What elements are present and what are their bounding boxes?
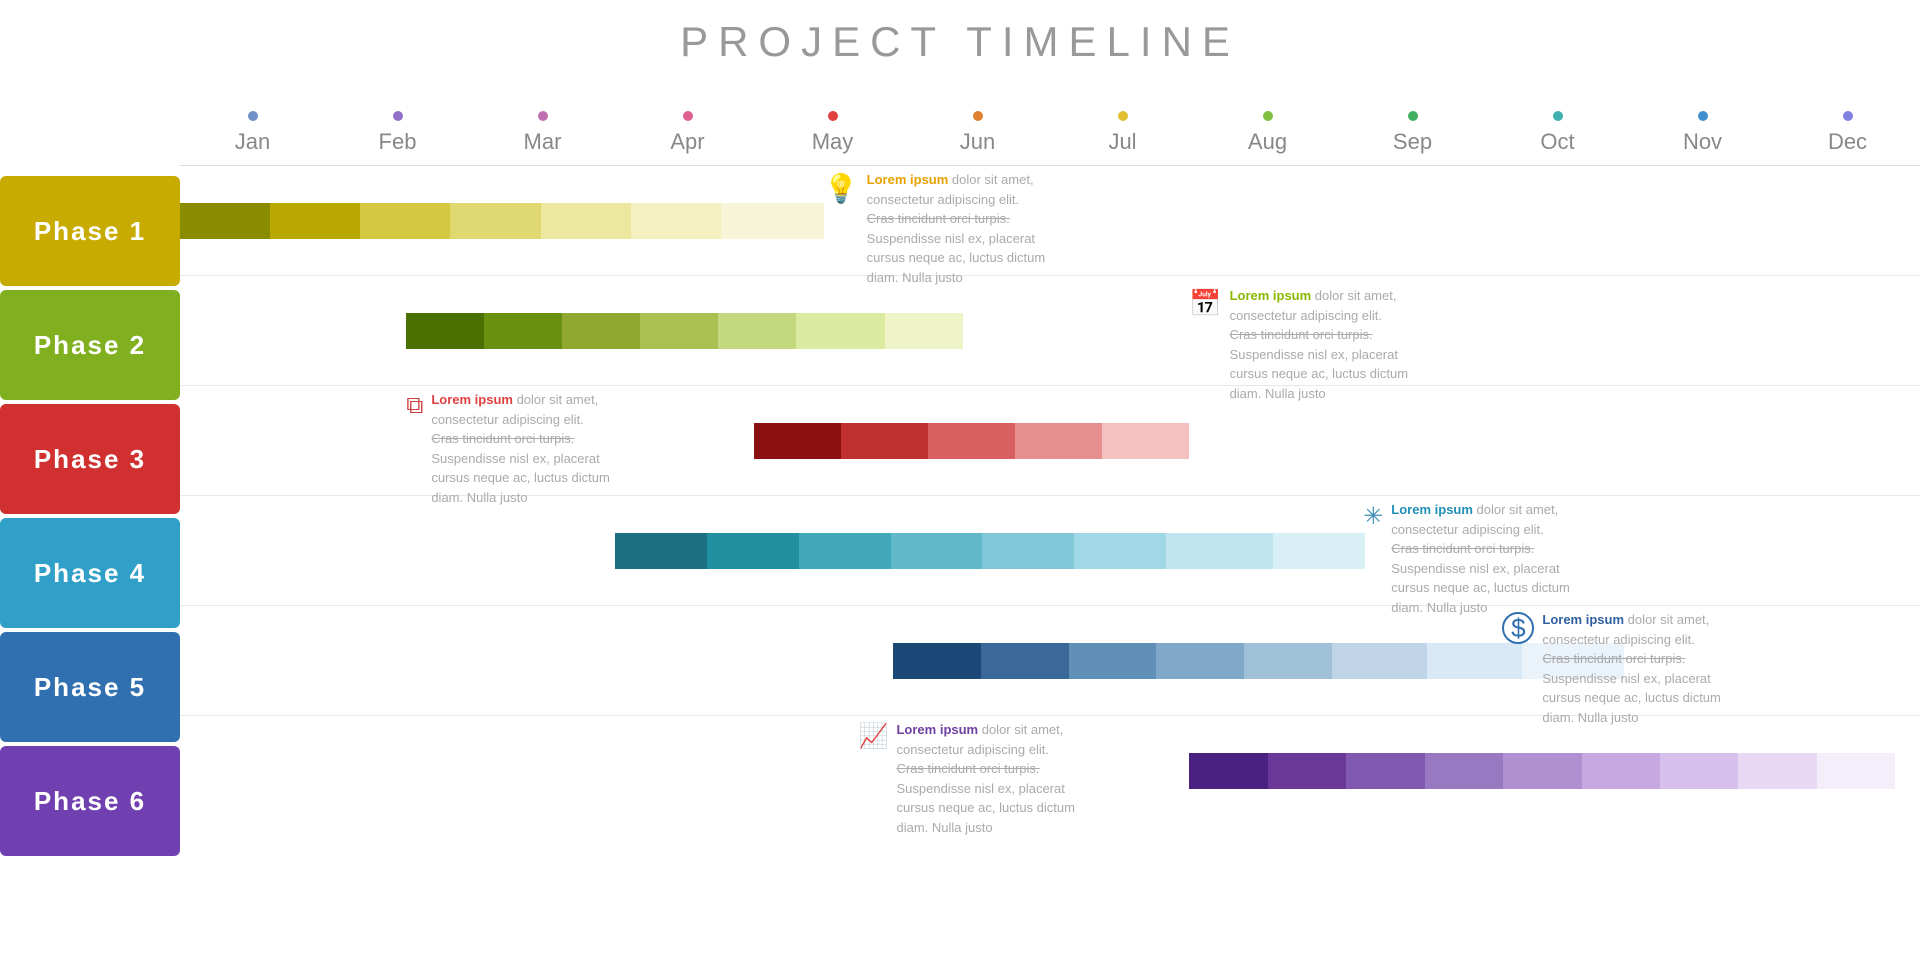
month-mar: Mar <box>470 111 615 155</box>
month-apr: Apr <box>615 111 760 155</box>
month-jun: Jun <box>905 111 1050 155</box>
month-aug: Aug <box>1195 111 1340 155</box>
phase-6-row: 📈 Lorem ipsum dolor sit amet, consectetu… <box>180 716 1920 826</box>
box-icon: ⧉ <box>406 392 423 420</box>
phase-1-row: 💡 Lorem ipsum dolor sit amet, consectetu… <box>180 166 1920 276</box>
month-label-jan: Jan <box>235 129 270 155</box>
phase-3-row: ⧉ Lorem ipsum dolor sit amet, consectetu… <box>180 386 1920 496</box>
month-dot-oct <box>1553 111 1563 121</box>
calendar-icon: 📅 <box>1189 288 1221 319</box>
month-may: May <box>760 111 905 155</box>
phase-1-label: Phase 1 <box>0 176 180 286</box>
phase-3-annotation: ⧉ Lorem ipsum dolor sit amet, consectetu… <box>406 390 631 507</box>
bulb-icon: 💡 <box>824 172 859 205</box>
month-dot-feb <box>393 111 403 121</box>
chart-column: Jan Feb Mar Apr May <box>180 76 1920 956</box>
month-label-sep: Sep <box>1393 129 1432 155</box>
phase-5-row: $ Lorem ipsum dolor sit amet, consectetu… <box>180 606 1920 716</box>
phase-5-annotation-text: Lorem ipsum dolor sit amet, consectetur … <box>1542 610 1742 727</box>
page: PROJECT TIMELINE Phase 1 Phase 2 Phase 3… <box>0 0 1920 960</box>
phase-4-bar <box>615 533 1381 569</box>
phase-4-label: Phase 4 <box>0 518 180 628</box>
month-label-nov: Nov <box>1683 129 1722 155</box>
month-dot-jun <box>973 111 983 121</box>
phase-1-annotation-text: Lorem ipsum dolor sit amet, consectetur … <box>867 170 1067 287</box>
month-jul: Jul <box>1050 111 1195 155</box>
phase-6-bar <box>1189 753 1902 789</box>
month-nov: Nov <box>1630 111 1775 155</box>
month-label-feb: Feb <box>379 129 417 155</box>
phase-5-annotation: $ Lorem ipsum dolor sit amet, consectetu… <box>1502 610 1742 727</box>
phases-column: Phase 1 Phase 2 Phase 3 Phase 4 Phase 5 … <box>0 76 180 956</box>
phase-6-label: Phase 6 <box>0 746 180 856</box>
month-dec: Dec <box>1775 111 1920 155</box>
month-label-may: May <box>812 129 854 155</box>
month-label-apr: Apr <box>670 129 704 155</box>
page-title: PROJECT TIMELINE <box>0 0 1920 76</box>
phase-2-bar <box>406 313 963 349</box>
phase-1-bar <box>180 203 824 239</box>
month-dot-nov <box>1698 111 1708 121</box>
month-dot-apr <box>683 111 693 121</box>
month-label-jul: Jul <box>1108 129 1136 155</box>
phase-6-annotation-text: Lorem ipsum dolor sit amet, consectetur … <box>896 720 1096 837</box>
month-dot-jan <box>248 111 258 121</box>
dollar-icon: $ <box>1502 612 1534 644</box>
month-dot-jul <box>1118 111 1128 121</box>
phase-3-bar <box>754 423 1189 459</box>
months-row: Jan Feb Mar Apr May <box>180 76 1920 166</box>
month-label-jun: Jun <box>960 129 995 155</box>
month-dot-dec <box>1843 111 1853 121</box>
month-dot-aug <box>1263 111 1273 121</box>
phase-2-label: Phase 2 <box>0 290 180 400</box>
month-dot-mar <box>538 111 548 121</box>
grid-area: 💡 Lorem ipsum dolor sit amet, consectetu… <box>180 166 1920 826</box>
month-sep: Sep <box>1340 111 1485 155</box>
phase-3-annotation-text: Lorem ipsum dolor sit amet, consectetur … <box>431 390 631 507</box>
month-label-dec: Dec <box>1828 129 1867 155</box>
network-icon: ✳ <box>1363 502 1383 531</box>
month-label-mar: Mar <box>524 129 562 155</box>
month-dot-sep <box>1408 111 1418 121</box>
month-jan: Jan <box>180 111 325 155</box>
month-label-aug: Aug <box>1248 129 1287 155</box>
phase-6-annotation: 📈 Lorem ipsum dolor sit amet, consectetu… <box>859 720 1097 837</box>
phase-4-row: ✳ Lorem ipsum dolor sit amet, consectetu… <box>180 496 1920 606</box>
month-feb: Feb <box>325 111 470 155</box>
phase-5-label: Phase 5 <box>0 632 180 742</box>
phase-4-annotation-text: Lorem ipsum dolor sit amet, consectetur … <box>1391 500 1591 617</box>
phase-4-annotation: ✳ Lorem ipsum dolor sit amet, consectetu… <box>1363 500 1591 617</box>
timeline-area: Phase 1 Phase 2 Phase 3 Phase 4 Phase 5 … <box>0 76 1920 956</box>
phase-1-annotation: 💡 Lorem ipsum dolor sit amet, consectetu… <box>824 170 1067 287</box>
phase-3-label: Phase 3 <box>0 404 180 514</box>
month-label-oct: Oct <box>1540 129 1574 155</box>
month-oct: Oct <box>1485 111 1630 155</box>
chart-icon: 📈 <box>859 722 889 751</box>
phase-2-row: 📅 Lorem ipsum dolor sit amet, consectetu… <box>180 276 1920 386</box>
month-dot-may <box>828 111 838 121</box>
